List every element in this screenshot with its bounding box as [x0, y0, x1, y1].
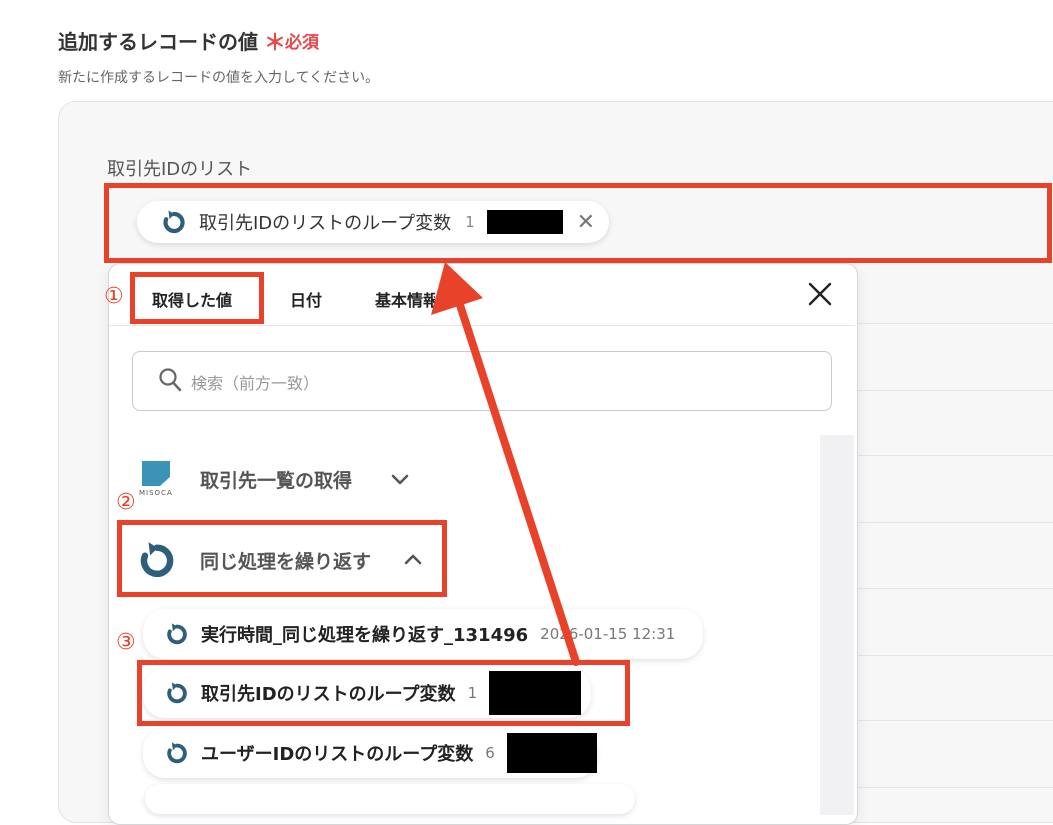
annotation-arrow [431, 262, 580, 666]
